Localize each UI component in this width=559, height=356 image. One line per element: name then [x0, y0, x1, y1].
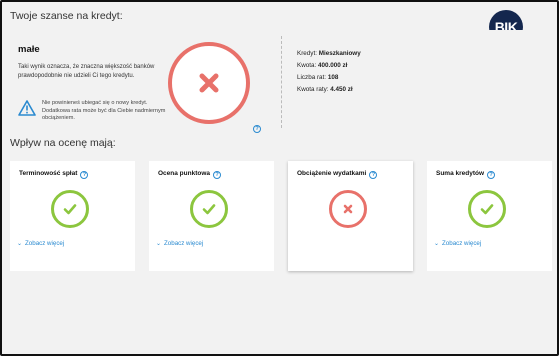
detail-value: 4.450 zł — [330, 86, 353, 93]
factor-card-title: Suma kredytów? — [436, 170, 496, 179]
help-icon[interactable]: ? — [213, 171, 222, 179]
factor-title-text: Terminowość spłat — [19, 170, 78, 177]
detail-value: Mieszkaniowy — [318, 50, 361, 57]
cross-icon — [199, 73, 219, 93]
result-status-ring — [168, 42, 250, 124]
detail-label: Kwota raty: — [297, 86, 329, 93]
detail-row: Kredyt: Mieszkaniowy — [297, 48, 361, 60]
impact-heading: Wpływ na ocenę mają: — [10, 137, 116, 149]
factor-card-title: Terminowość spłat? — [19, 170, 89, 179]
warning-icon — [18, 100, 36, 116]
see-more-link[interactable]: ⌄ Zobacz więcej — [156, 240, 203, 247]
detail-label: Kredyt: — [297, 50, 317, 57]
page-title: Twoje szanse na kredyt: — [10, 10, 123, 22]
factor-title-text: Suma kredytów — [436, 170, 485, 177]
factor-card-terminowosc: Terminowość spłat? ⌄ Zobacz więcej — [10, 161, 135, 271]
chevron-down-icon: ⌄ — [17, 241, 23, 247]
see-more-label: Zobacz więcej — [164, 240, 204, 247]
detail-value: 400.000 zł — [318, 62, 348, 69]
warning-text: Nie powinieneś ubiegać się o nowy kredyt… — [42, 100, 166, 121]
see-more-link[interactable]: ⌄ Zobacz więcej — [17, 240, 64, 247]
factor-status-ring — [329, 190, 367, 228]
chevron-down-icon: ⌄ — [434, 241, 440, 247]
factor-card-ocena: Ocena punktowa? ⌄ Zobacz więcej — [149, 161, 274, 271]
factor-card-title: Obciążenie wydatkami? — [297, 170, 378, 179]
check-icon — [63, 204, 77, 215]
verdict-label: małe — [18, 44, 40, 55]
help-icon[interactable]: ? — [487, 171, 496, 179]
help-icon[interactable]: ? — [369, 171, 378, 179]
see-more-label: Zobacz więcej — [442, 240, 482, 247]
factor-status-ring — [51, 190, 89, 228]
factor-status-ring — [190, 190, 228, 228]
detail-label: Liczba rat: — [297, 74, 327, 81]
detail-row: Liczba rat: 108 — [297, 72, 361, 84]
factor-card-obciazenie: Obciążenie wydatkami? — [288, 161, 413, 271]
result-divider — [281, 36, 282, 128]
credit-result-panel: małe Taki wynik oznacza, że znaczna więk… — [10, 30, 555, 135]
see-more-link[interactable]: ⌄ Zobacz więcej — [434, 240, 481, 247]
cross-icon — [343, 204, 353, 214]
app-window: Twoje szanse na kredyt: BIK BIURO INFORM… — [0, 0, 559, 356]
detail-value: 108 — [327, 74, 339, 81]
factor-title-text: Obciążenie wydatkami — [297, 170, 367, 177]
factor-title-text: Ocena punktowa — [158, 170, 211, 177]
detail-label: Kwota: — [297, 62, 317, 69]
chevron-down-icon: ⌄ — [156, 241, 162, 247]
warning-box: Nie powinieneś ubiegać się o nowy kredyt… — [18, 100, 165, 130]
check-icon — [202, 204, 216, 215]
credit-details: Kredyt: Mieszkaniowy Kwota: 400.000 zł L… — [297, 48, 361, 96]
see-more-label: Zobacz więcej — [25, 240, 65, 247]
verdict-description: Taki wynik oznacza, że znaczna większość… — [18, 64, 155, 79]
factor-status-ring — [468, 190, 506, 228]
check-icon — [480, 204, 494, 215]
detail-row: Kwota: 400.000 zł — [297, 60, 361, 72]
factor-card-title: Ocena punktowa? — [158, 170, 222, 179]
result-help-icon[interactable]: ? — [253, 117, 261, 135]
detail-row: Kwota raty: 4.450 zł — [297, 84, 361, 96]
factor-card-suma: Suma kredytów? ⌄ Zobacz więcej — [427, 161, 552, 271]
help-icon[interactable]: ? — [80, 171, 89, 179]
